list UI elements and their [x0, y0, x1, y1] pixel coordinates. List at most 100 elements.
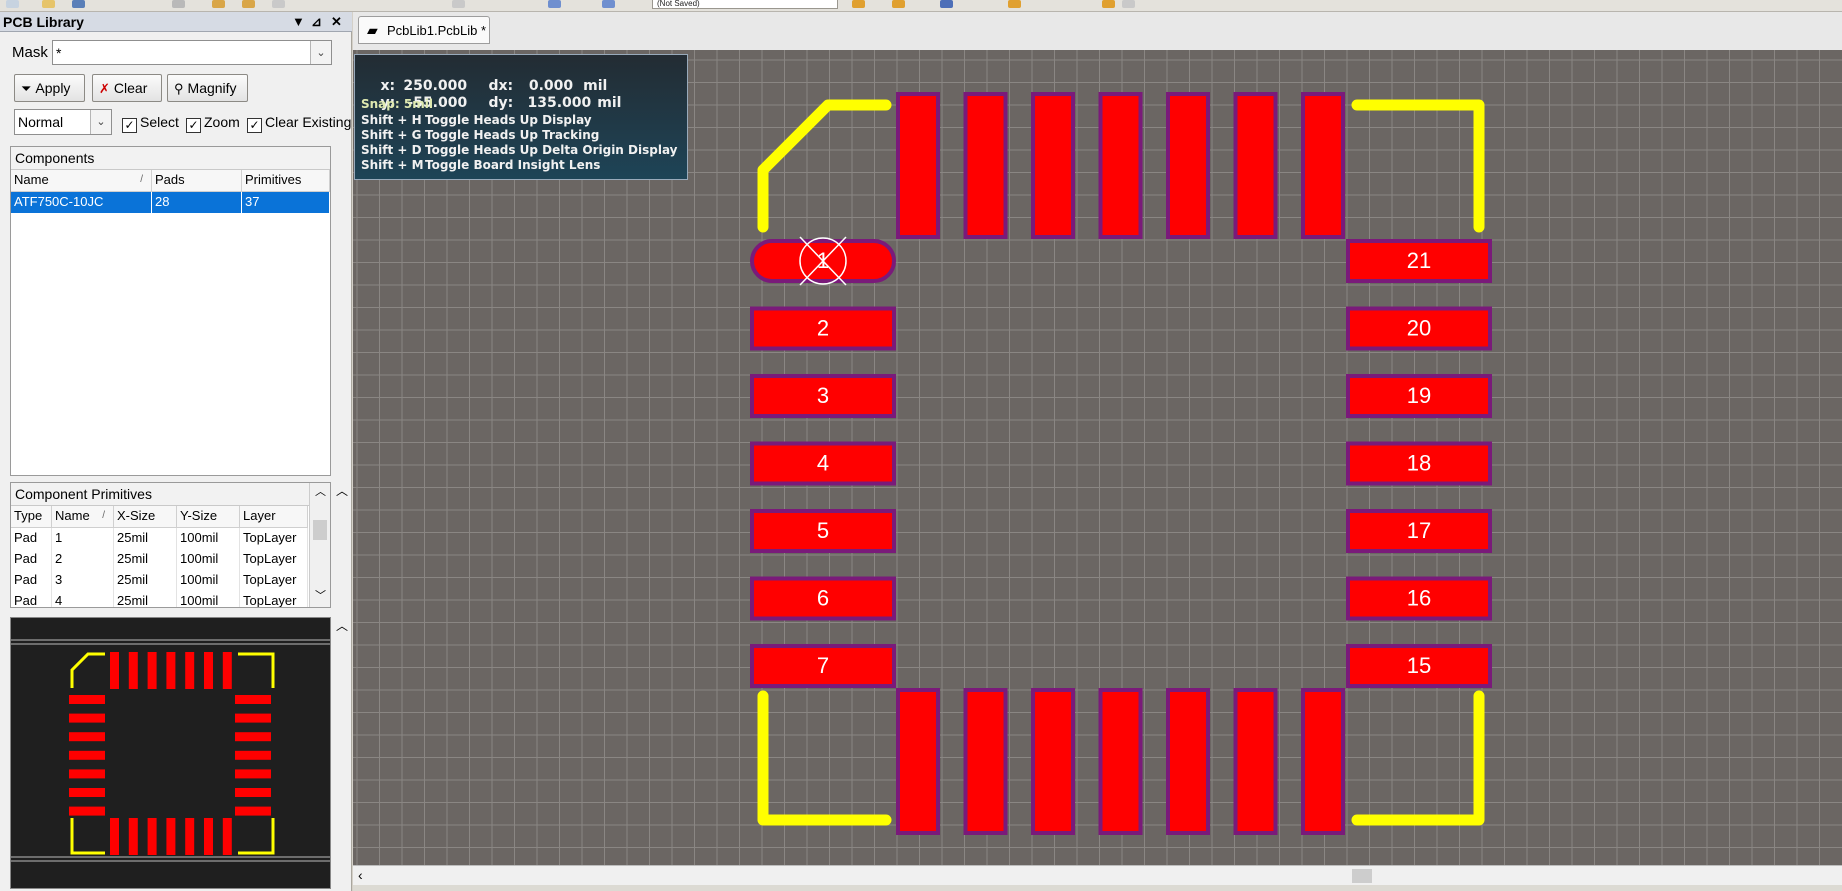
- place-region-icon[interactable]: [1122, 0, 1135, 8]
- pad-label: 16: [1407, 586, 1431, 611]
- column-header-ysize[interactable]: Y-Size: [177, 506, 240, 527]
- mask-combobox[interactable]: * ⌄: [52, 40, 332, 65]
- zoom-area-icon[interactable]: [452, 0, 465, 8]
- table-row[interactable]: Pad 1 25mil 100mil TopLayer: [11, 528, 308, 549]
- preview-top-pad: [166, 652, 176, 689]
- open-folder-icon[interactable]: [42, 0, 55, 8]
- collapse-preview-icon[interactable]: ︿: [336, 617, 348, 634]
- paste-icon[interactable]: [272, 0, 285, 8]
- primitive-ysize: 100mil: [177, 528, 240, 549]
- preview-left-pad: [69, 788, 105, 797]
- table-row[interactable]: Pad 3 25mil 100mil TopLayer: [11, 570, 308, 591]
- clear-existing-checkbox[interactable]: ✓ Clear Existing: [247, 113, 351, 133]
- column-header-pads[interactable]: Pads: [152, 170, 242, 191]
- preview-bottom-pad: [166, 818, 176, 855]
- magnify-button[interactable]: ⚲ Magnify: [167, 74, 248, 102]
- primitive-layer: TopLayer: [240, 528, 308, 549]
- chevron-left-icon[interactable]: ‹: [358, 867, 363, 883]
- top-pad: [1031, 92, 1075, 239]
- preview-bottom-pad: [147, 818, 157, 855]
- filter-mode-value: Normal: [18, 114, 64, 130]
- primitive-ysize: 100mil: [177, 591, 240, 607]
- pad: 1: [750, 236, 896, 286]
- pad: 16: [1346, 576, 1492, 621]
- preview-top-pad: [128, 652, 138, 689]
- place-arc-icon[interactable]: [1008, 0, 1021, 8]
- primitive-type: Pad: [11, 591, 52, 607]
- primitives-scrollbar[interactable]: ︿ ﹀: [309, 483, 330, 607]
- primitives-title: Component Primitives: [11, 483, 312, 506]
- new-document-icon[interactable]: [6, 0, 19, 8]
- pad: 15: [1346, 644, 1492, 688]
- primitive-type: Pad: [11, 528, 52, 549]
- preview-top-pad: [110, 652, 119, 689]
- cut-icon[interactable]: [212, 0, 225, 8]
- shortcut-keys: Shift + H: [361, 113, 422, 127]
- pad: 20: [1346, 306, 1492, 351]
- apply-button[interactable]: ⏷ Apply: [14, 74, 85, 102]
- table-row[interactable]: Pad 4 25mil 100mil TopLayer: [11, 591, 308, 607]
- copy-icon[interactable]: [242, 0, 255, 8]
- components-header: Name / Pads Primitives: [11, 170, 330, 192]
- column-header-xsize[interactable]: X-Size: [114, 506, 177, 527]
- scroll-thumb[interactable]: [313, 520, 327, 540]
- pad: 21: [1346, 239, 1492, 283]
- zoom-checkbox[interactable]: ✓ Zoom: [186, 113, 240, 133]
- primitive-name: 4: [52, 591, 114, 607]
- horizontal-scrollbar[interactable]: ‹: [353, 865, 1842, 885]
- clear-icon: ✗: [99, 81, 110, 96]
- preview-left-pad: [69, 713, 105, 723]
- column-header-name[interactable]: Name /: [11, 170, 152, 191]
- close-icon[interactable]: ✕: [331, 14, 342, 30]
- collapse-primitives-icon[interactable]: ︿: [336, 482, 348, 499]
- place-fill-icon[interactable]: [1102, 0, 1115, 8]
- shortcut-keys: Shift + M: [361, 158, 424, 172]
- chevron-down-icon[interactable]: ﹀: [315, 587, 326, 603]
- panel-menu-icon[interactable]: ▼: [292, 14, 305, 30]
- print-icon[interactable]: [172, 0, 185, 8]
- preview-right-pad: [235, 806, 271, 816]
- table-row[interactable]: ATF750C-10JC 28 37: [11, 192, 330, 213]
- place-via-icon[interactable]: [892, 0, 905, 8]
- pad-label: 3: [817, 383, 829, 408]
- pad: 3: [750, 374, 896, 418]
- primitive-layer: TopLayer: [240, 549, 308, 570]
- panel-title: PCB Library ▼ ⊿ ✕: [0, 12, 352, 32]
- chevron-up-icon[interactable]: ︿: [315, 483, 326, 499]
- hud-shortcut: Shift + G Toggle Heads Up Tracking: [361, 128, 599, 142]
- footprint-preview: [10, 617, 331, 889]
- table-row[interactable]: Pad 2 25mil 100mil TopLayer: [11, 549, 308, 570]
- variant-field[interactable]: (Not Saved): [652, 0, 838, 9]
- column-header-name[interactable]: Name /: [52, 506, 114, 527]
- clear-button[interactable]: ✗ Clear: [92, 74, 162, 102]
- tab-pcblib1[interactable]: ▰ PcbLib1.PcbLib *: [358, 16, 490, 44]
- column-header-type[interactable]: Type: [11, 506, 52, 527]
- bottom-pad: [1098, 688, 1143, 835]
- save-icon[interactable]: [72, 0, 85, 8]
- pad-label: 7: [817, 653, 829, 678]
- preview-right-pad: [235, 695, 271, 704]
- grid-icon[interactable]: [602, 0, 615, 8]
- component-primitives: 37: [242, 192, 330, 213]
- route-icon[interactable]: [548, 0, 561, 8]
- pin-icon[interactable]: ⊿: [311, 14, 322, 30]
- chevron-down-icon[interactable]: ⌄: [90, 110, 111, 134]
- select-checkbox[interactable]: ✓ Select: [122, 113, 179, 133]
- pad-label: 15: [1407, 653, 1431, 678]
- column-header-layer[interactable]: Layer: [240, 506, 308, 527]
- primitives-rows: Pad 1 25mil 100mil TopLayer Pad 2 25mil 100mil To…: [11, 528, 330, 607]
- components-grid: Components Name / Pads Primitives ATF750C…: [10, 146, 331, 476]
- mask-label: Mask: [12, 44, 48, 61]
- scroll-thumb[interactable]: [1352, 869, 1372, 883]
- pad: 5: [750, 509, 896, 553]
- primitive-name: 2: [52, 549, 114, 570]
- place-string-icon[interactable]: [940, 0, 953, 8]
- column-header-primitives[interactable]: Primitives: [242, 170, 330, 191]
- place-pad-icon[interactable]: [852, 0, 865, 8]
- filter-mode-select[interactable]: Normal ⌄: [14, 109, 112, 135]
- preview-left-pad: [69, 806, 105, 816]
- top-pad: [896, 92, 940, 239]
- preview-left-pad: [69, 732, 105, 742]
- bottom-pad: [963, 688, 1008, 835]
- chevron-down-icon[interactable]: ⌄: [310, 41, 331, 64]
